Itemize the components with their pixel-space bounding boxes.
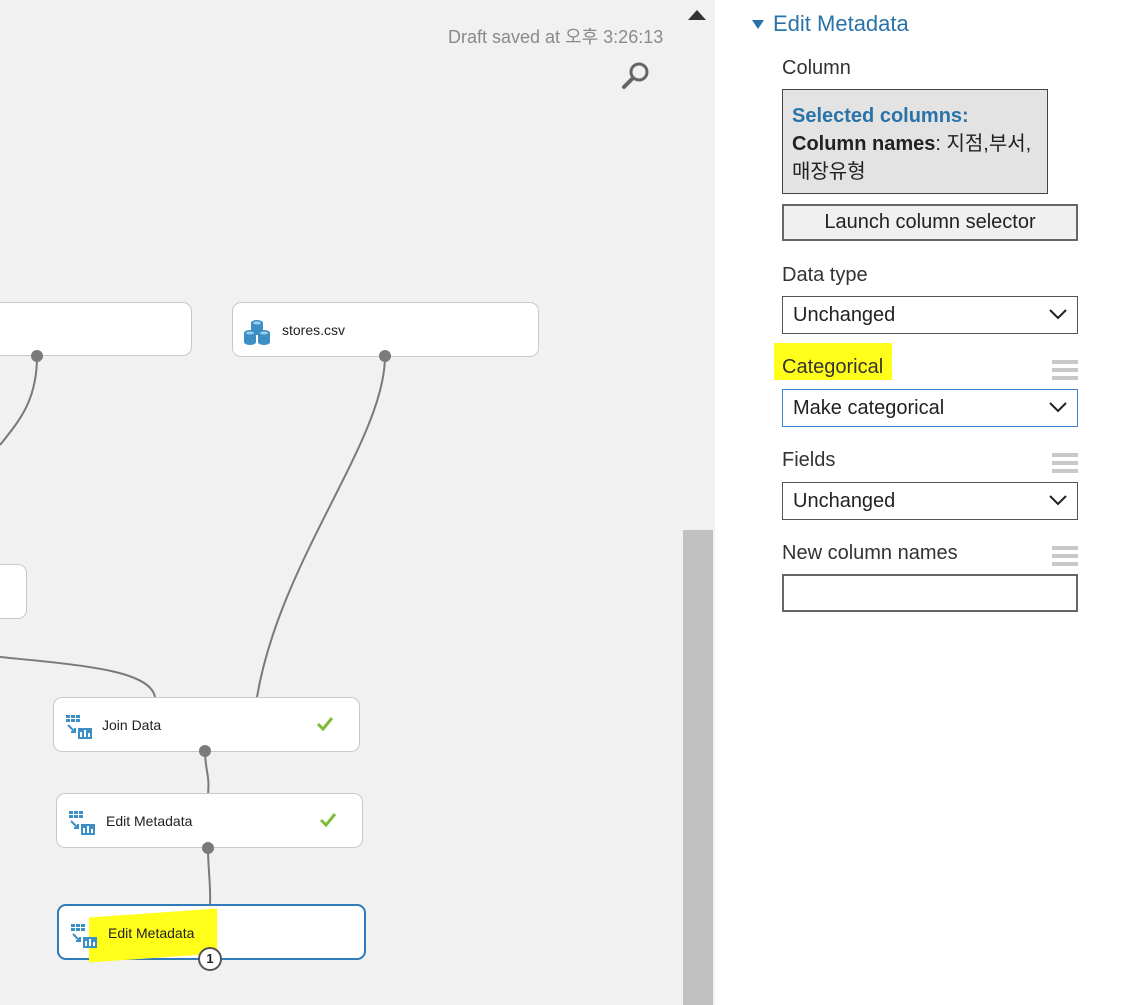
data-type-value: Unchanged	[793, 304, 896, 326]
chevron-down-icon	[1049, 402, 1067, 413]
partial-module-middle[interactable]	[0, 564, 27, 619]
wire-left-to-join	[0, 656, 156, 698]
categorical-value: Make categorical	[793, 397, 945, 419]
module-icon	[71, 924, 97, 948]
data-type-label: Data type	[782, 264, 868, 286]
new-column-names-input[interactable]	[782, 574, 1078, 612]
module-label: Edit Metadata	[106, 813, 193, 829]
module-label: Edit Metadata	[108, 925, 195, 941]
selected-columns-title: Selected columns:	[792, 105, 969, 127]
module-join-data[interactable]: Join Data	[53, 697, 360, 752]
wire-stores-to-join	[256, 355, 386, 698]
output-port[interactable]	[31, 350, 43, 362]
launch-column-selector-button[interactable]: Launch column selector	[782, 204, 1078, 241]
column-names-label: Column names	[792, 133, 936, 155]
output-port-badge[interactable]: 1	[198, 947, 222, 971]
collapse-triangle-icon[interactable]	[752, 20, 764, 29]
experiment-canvas[interactable]: Draft saved at 오후 3:26:13 stores.csv Joi…	[0, 0, 715, 1005]
draft-saved-status: Draft saved at 오후 3:26:13	[448, 27, 664, 47]
search-icon[interactable]	[618, 58, 654, 94]
module-edit-metadata-1[interactable]: Edit Metadata	[56, 793, 363, 848]
drag-handle-icon[interactable]	[1052, 360, 1078, 384]
check-icon	[319, 813, 337, 828]
dataset-icon	[244, 320, 270, 345]
chevron-down-icon	[1049, 309, 1067, 320]
properties-panel: Edit Metadata Column Selected columns: C…	[716, 0, 1126, 1005]
fields-value: Unchanged	[793, 490, 896, 512]
selected-columns-box: Selected columns: Column names: 지점,부서,매장…	[782, 89, 1048, 194]
module-label: Join Data	[102, 717, 162, 733]
module-stores-csv[interactable]: stores.csv	[232, 302, 539, 357]
new-column-names-label: New column names	[782, 542, 958, 564]
connection-wires	[0, 355, 386, 911]
categorical-label: Categorical	[782, 356, 884, 378]
wire-join-to-edit1	[204, 750, 210, 795]
scroll-up-arrow[interactable]	[688, 10, 706, 20]
output-port[interactable]	[199, 745, 211, 757]
module-icon	[69, 811, 95, 835]
partial-module-top[interactable]	[0, 302, 192, 356]
check-icon	[316, 717, 334, 732]
categorical-select[interactable]: Make categorical	[782, 389, 1078, 427]
wire-edit1-to-edit2	[207, 847, 212, 906]
fields-label: Fields	[782, 449, 836, 471]
column-label: Column	[782, 57, 851, 79]
wire-left-top	[0, 355, 38, 446]
module-label: stores.csv	[282, 322, 346, 338]
drag-handle-icon[interactable]	[1052, 453, 1078, 477]
chevron-down-icon	[1049, 495, 1067, 506]
fields-select[interactable]: Unchanged	[782, 482, 1078, 520]
output-port[interactable]	[202, 842, 214, 854]
data-type-select[interactable]: Unchanged	[782, 296, 1078, 334]
output-port[interactable]	[379, 350, 391, 362]
module-icon	[66, 715, 92, 739]
vertical-scrollbar[interactable]	[683, 530, 713, 1005]
drag-handle-icon[interactable]	[1052, 546, 1078, 570]
panel-title[interactable]: Edit Metadata	[773, 11, 909, 37]
